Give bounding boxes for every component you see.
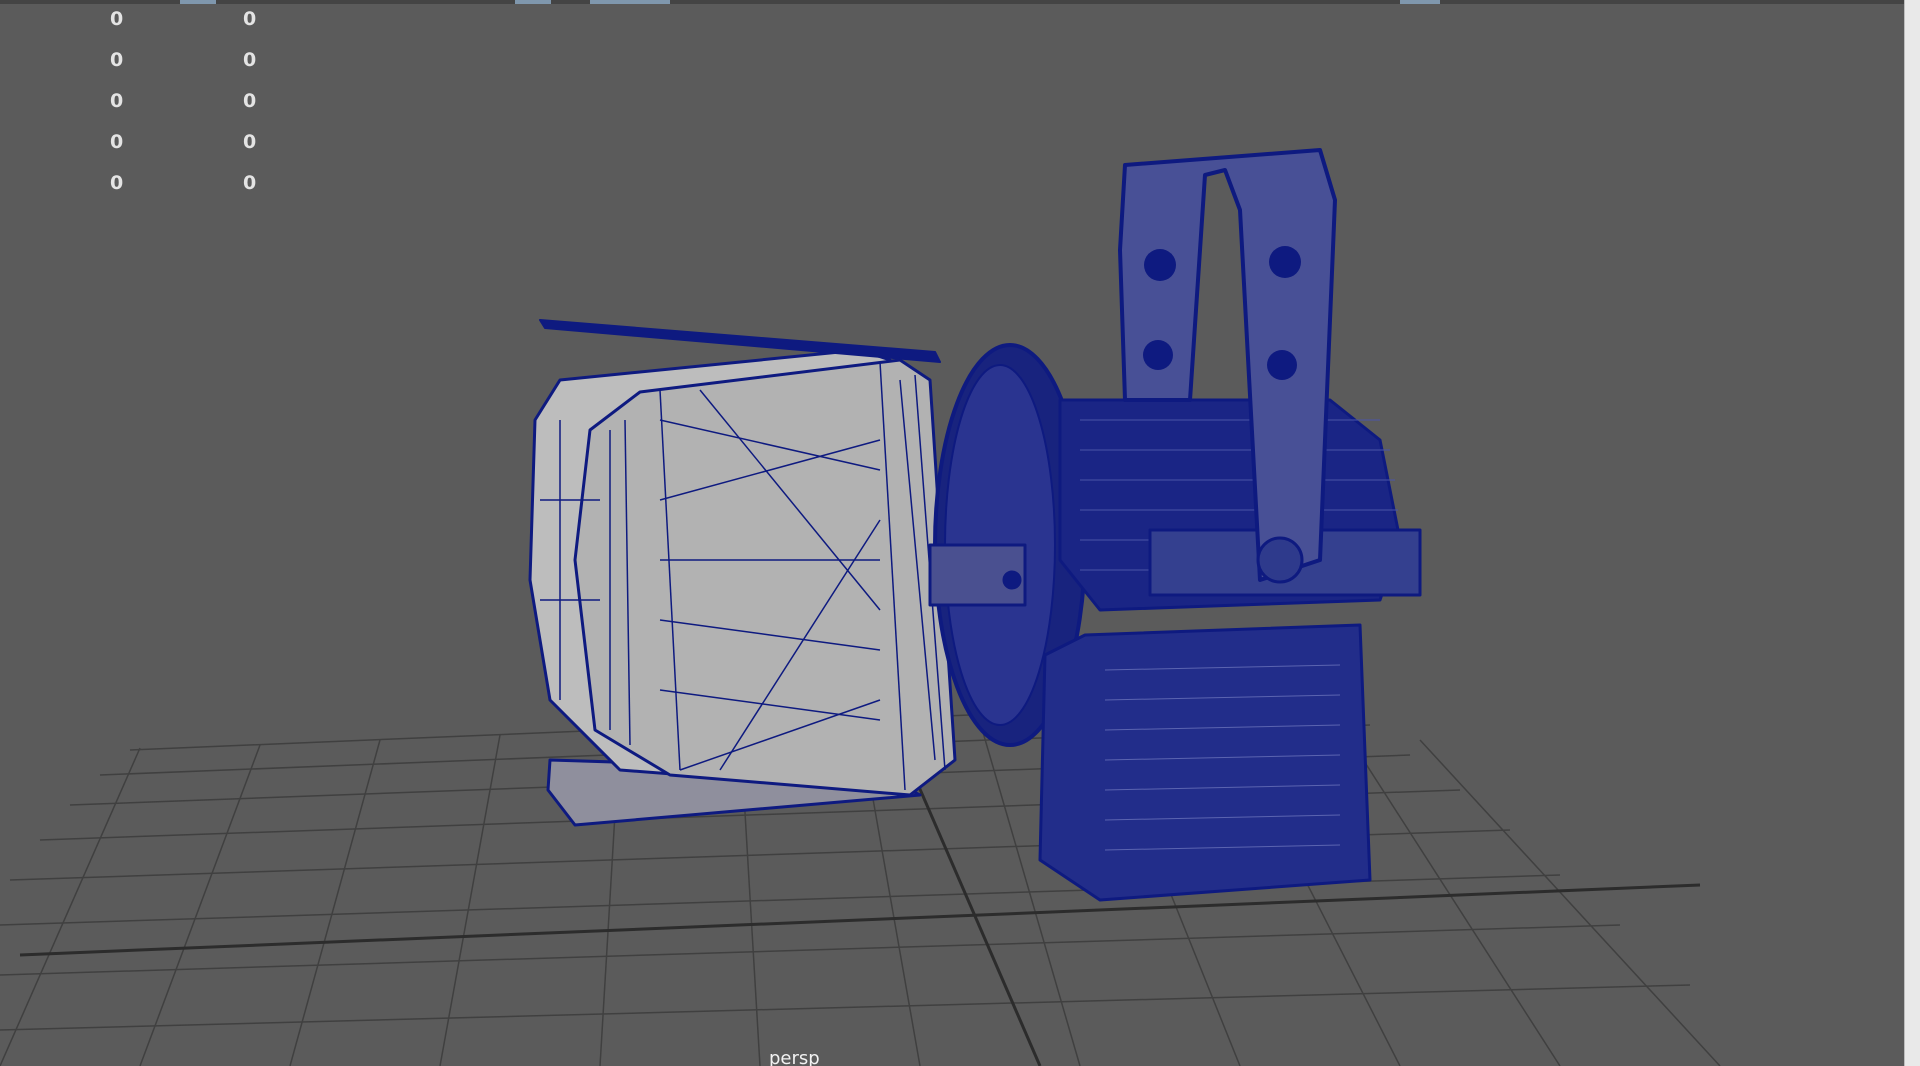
stat-value: 0 [243,49,257,71]
toolbar-tab[interactable] [1400,0,1440,4]
3d-scene[interactable] [0,0,1904,1066]
camera-name-label: persp [769,1048,820,1066]
power-base [1038,623,1372,902]
stat-row: 0 0 [0,8,280,48]
toolbar-tab[interactable] [590,0,670,4]
stat-value: 0 [243,8,257,30]
spotlight-model[interactable] [528,148,1422,902]
stat-row: 0 0 [0,90,280,130]
toolbar-tab[interactable] [515,0,551,4]
stat-value: 0 [110,172,124,194]
yoke-knob [1256,536,1304,584]
stat-value: 0 [110,49,124,71]
lens-shell-front [573,358,957,797]
stat-row: 0 0 [0,49,280,89]
vertical-scrollbar[interactable] [1904,0,1920,1066]
stat-value: 0 [243,172,257,194]
stat-value: 0 [110,8,124,30]
stat-value: 0 [110,131,124,153]
stat-value: 0 [110,90,124,112]
stat-row: 0 0 [0,172,280,212]
viewport-panel[interactable]: 0 0 0 0 0 0 0 0 0 0 persp [0,0,1904,1066]
stat-value: 0 [243,131,257,153]
toolbar-tab[interactable] [180,0,216,4]
stat-row: 0 0 [0,131,280,171]
barn-door-top [539,319,941,363]
panel-toolbar-edge[interactable] [0,0,1920,4]
stat-value: 0 [243,90,257,112]
